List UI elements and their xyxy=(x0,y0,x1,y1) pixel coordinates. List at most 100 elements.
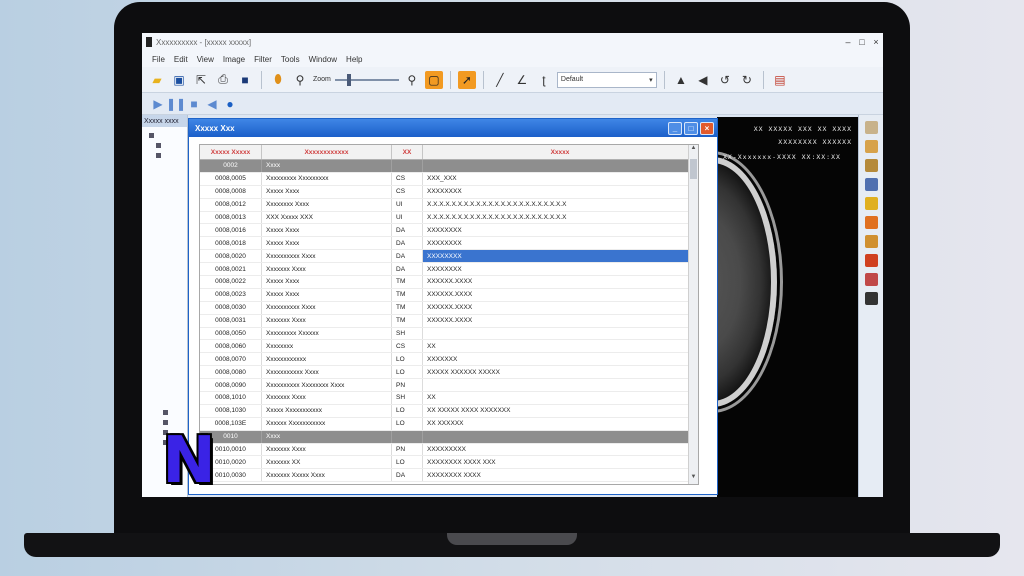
zoom-in-icon[interactable]: ⚲ xyxy=(403,71,421,89)
table-row[interactable]: 0008,0060 Xxxxxxxx CS XX xyxy=(200,340,698,354)
laptop-notch xyxy=(447,533,577,545)
crop-icon[interactable]: ▢ xyxy=(424,70,443,89)
star-icon[interactable] xyxy=(865,197,878,210)
play-icon[interactable]: ▶ xyxy=(150,96,166,112)
table-row[interactable]: 0008,0016 Xxxxx Xxxx DA XXXXXXXX xyxy=(200,224,698,238)
settings-icon[interactable] xyxy=(865,292,878,305)
menu-item-view[interactable]: View xyxy=(197,55,214,64)
triangle-icon[interactable]: ▲ xyxy=(672,71,690,89)
chart-icon[interactable] xyxy=(865,273,878,286)
vertical-scrollbar[interactable]: ▲ ▼ xyxy=(688,145,698,484)
table-row[interactable]: 0008,0012 Xxxxxxxx Xxxx UI X.X.X.X.X.X.X.X.… xyxy=(200,198,698,212)
line-icon[interactable]: ╱ xyxy=(491,71,509,89)
report-icon[interactable] xyxy=(865,254,878,267)
dialog-minimize-icon[interactable]: _ xyxy=(668,121,682,135)
cell-vr: CS xyxy=(392,185,423,198)
tree-node[interactable] xyxy=(163,410,168,415)
stop-icon[interactable]: ■ xyxy=(186,96,202,112)
table-row[interactable]: 0008,0050 Xxxxxxxxx Xxxxxx SH xyxy=(200,327,698,341)
minimize-icon[interactable]: – xyxy=(841,37,855,47)
rotate-right-icon[interactable]: ↻ xyxy=(738,71,756,89)
table-row[interactable]: 0010,0020 Xxxxxxx XX LO XXXXXXXX XXXX XXX xyxy=(200,456,698,470)
table-row[interactable]: 0008,0021 Xxxxxxx Xxxx DA XXXXXXXX xyxy=(200,263,698,277)
dialog-close-icon[interactable]: × xyxy=(700,121,714,135)
cell-tag: 0008,0090 xyxy=(200,379,262,392)
table-row[interactable]: 0008,0005 Xxxxxxxxx Xxxxxxxxx CS XXX_XXX xyxy=(200,172,698,186)
cell-description: Xxxxx Xxxx xyxy=(262,224,392,237)
explorer-panel-header: Xxxxx xxxx xyxy=(142,115,187,127)
window-icon[interactable]: ▤ xyxy=(771,71,789,89)
table-row[interactable]: 0008,0023 Xxxxx Xxxx TM XXXXXX.XXXX xyxy=(200,288,698,302)
table-row[interactable]: 0008,0070 Xxxxxxxxxxxx LO XXXXXXX xyxy=(200,353,698,367)
table-row[interactable]: 0008,0090 Xxxxxxxxxx Xxxxxxxx Xxxx PN xyxy=(200,379,698,393)
open-folder-icon[interactable]: ▰ xyxy=(148,71,166,89)
note-icon[interactable] xyxy=(865,235,878,248)
cell-description: Xxxxx Xxxx xyxy=(262,237,392,250)
column-header-tag[interactable]: Xxxxx Xxxxx xyxy=(200,145,262,159)
database-icon[interactable] xyxy=(865,178,878,191)
table-row[interactable]: 0008,1030 Xxxxx Xxxxxxxxxxx LO XX XXXXX XXX… xyxy=(200,404,698,418)
folder-icon[interactable] xyxy=(865,140,878,153)
menu-item-tools[interactable]: Tools xyxy=(281,55,300,64)
cursor-icon[interactable]: ⇱ xyxy=(192,71,210,89)
table-row[interactable]: 0008,0022 Xxxxx Xxxx TM XXXXXX.XXXX xyxy=(200,276,698,289)
archive-icon[interactable] xyxy=(865,159,878,172)
cell-description: Xxxxxxxxxx Xxxx xyxy=(262,301,392,314)
column-header-vr[interactable]: XX xyxy=(392,145,423,159)
table-row[interactable]: 0008,0030 Xxxxxxxxxx Xxxx TM XXXXXX.XXXX xyxy=(200,301,698,315)
menu-item-filter[interactable]: Filter xyxy=(254,55,272,64)
chevron-down-icon[interactable]: ▾ xyxy=(646,76,656,84)
tree-node[interactable] xyxy=(156,143,161,148)
table-row[interactable]: 0008,0020 Xxxxxxxxxx Xxxx DA XXXXXXXX xyxy=(200,250,698,264)
dialog-maximize-icon[interactable]: □ xyxy=(684,121,698,135)
select-icon[interactable]: ➚ xyxy=(457,70,476,89)
floppy-icon[interactable]: ■ xyxy=(236,71,254,89)
flip-icon[interactable]: ◀ xyxy=(694,71,712,89)
table-body: 0002 Xxxx 0008,0005 Xxxxxxxxx Xxxxxxxxx CS XX… xyxy=(200,160,698,483)
cell-description: Xxxxx Xxxx xyxy=(262,276,392,288)
table-group-row[interactable]: 0010 Xxxx xyxy=(200,430,698,444)
toolbar-separator xyxy=(482,70,484,89)
rotate-left-icon[interactable]: ↺ xyxy=(716,71,734,89)
tree-node[interactable] xyxy=(156,153,161,158)
table-row[interactable]: 0010,0010 Xxxxxxx Xxxx PN XXXXXXXXX xyxy=(200,443,698,457)
record-icon[interactable]: ● xyxy=(222,96,238,112)
menu-item-window[interactable]: Window xyxy=(309,55,337,64)
zoom-slider-knob[interactable] xyxy=(346,73,351,86)
scroll-down-icon[interactable]: ▼ xyxy=(689,474,698,484)
tree-node[interactable] xyxy=(149,133,154,138)
table-row[interactable]: 0008,0013 XXX Xxxxx XXX UI X.X.X.X.X.X.X.X.… xyxy=(200,211,698,225)
print-icon[interactable]: ⎙ xyxy=(214,71,232,89)
sync-icon[interactable] xyxy=(865,216,878,229)
table-row[interactable]: 0008,0018 Xxxxx Xxxx DA XXXXXXXX xyxy=(200,237,698,251)
close-icon[interactable]: × xyxy=(869,37,883,47)
menu-item-edit[interactable]: Edit xyxy=(174,55,188,64)
layers-icon[interactable] xyxy=(865,121,878,134)
magnifier-icon[interactable]: ⚲ xyxy=(291,71,309,89)
preset-combo[interactable]: Default ▾ xyxy=(556,71,657,88)
dialog-title-bar[interactable]: Xxxxx Xxx _ □ × xyxy=(189,119,717,137)
table-row[interactable]: 0008,0031 Xxxxxxx Xxxx TM XXXXXX.XXXX xyxy=(200,314,698,328)
menu-item-image[interactable]: Image xyxy=(223,55,245,64)
menu-item-file[interactable]: File xyxy=(152,55,165,64)
table-row[interactable]: 0008,1010 Xxxxxxx Xxxx SH XX xyxy=(200,392,698,405)
column-header-value[interactable]: Xxxxx xyxy=(423,145,698,159)
pause-icon[interactable]: ❚❚ xyxy=(166,96,186,112)
table-row[interactable]: 0008,0080 Xxxxxxxxxxx Xxxx LO XXXXX XXXXXX … xyxy=(200,366,698,380)
table-row[interactable]: 0010,0030 Xxxxxxx Xxxxx Xxxx DA XXXXXXXX XX… xyxy=(200,469,698,483)
menu-item-help[interactable]: Help xyxy=(346,55,362,64)
table-group-row[interactable]: 0002 Xxxx xyxy=(200,160,698,173)
scrollbar-thumb[interactable] xyxy=(690,159,697,179)
image-viewer[interactable]: XX XXXXX XXX XX XXXX XXXXXXXX XXXXXX XX-… xyxy=(717,117,858,497)
pin-icon[interactable]: ⬮ xyxy=(269,71,287,89)
maximize-icon[interactable]: □ xyxy=(855,37,869,47)
column-header-description[interactable]: Xxxxxxxxxxxx xyxy=(262,145,392,159)
scroll-up-icon[interactable]: ▲ xyxy=(689,145,698,155)
table-row[interactable]: 0008,0008 Xxxxx Xxxx CS XXXXXXXX xyxy=(200,185,698,199)
table-row[interactable]: 0008,103E Xxxxxx Xxxxxxxxxxx LO XX XXXXXX xyxy=(200,417,698,431)
rewind-icon[interactable]: ◀ xyxy=(204,96,220,112)
save-icon[interactable]: ▣ xyxy=(170,71,188,89)
angle-icon[interactable]: ∠ xyxy=(513,71,531,89)
text-icon[interactable]: ʈ xyxy=(535,71,553,89)
zoom-slider[interactable] xyxy=(334,73,399,86)
